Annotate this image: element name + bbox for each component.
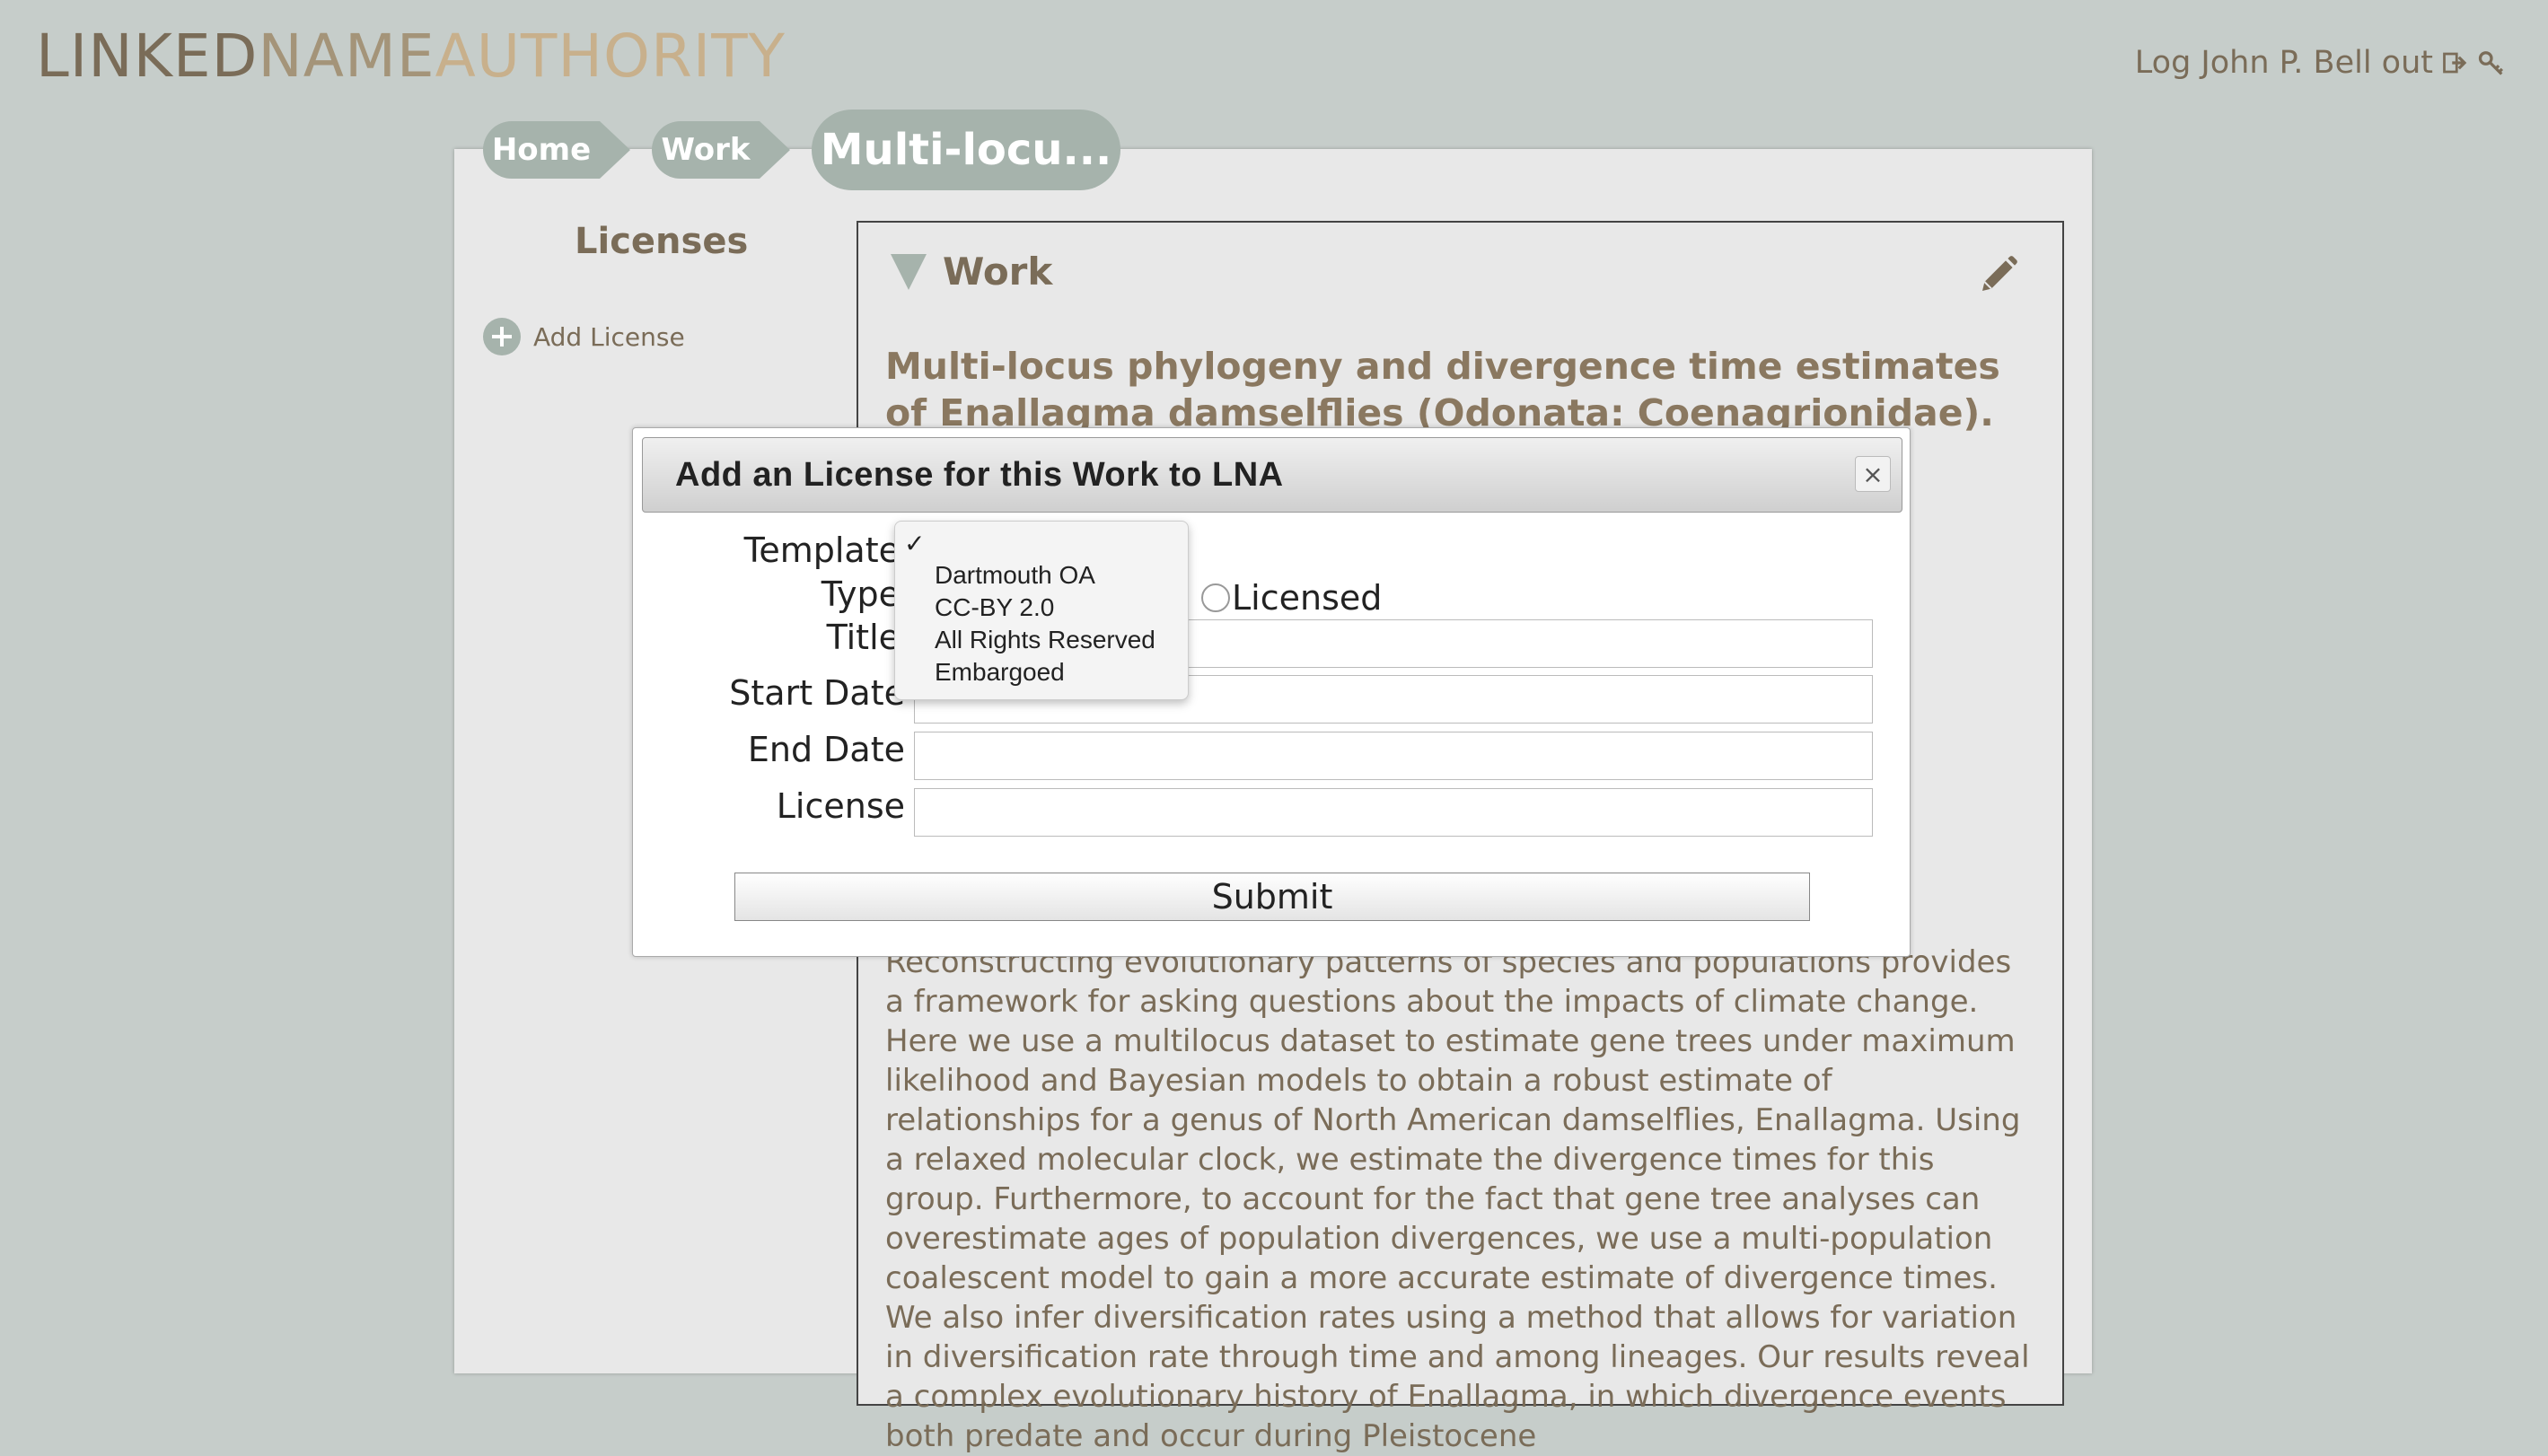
- pencil-icon[interactable]: [1977, 253, 2020, 296]
- close-icon[interactable]: ×: [1855, 456, 1891, 492]
- dropdown-option[interactable]: CC-BY 2.0: [935, 593, 1054, 622]
- license-input[interactable]: [914, 788, 1873, 837]
- site-logo[interactable]: LINKEDNAMEAUTHORITY: [36, 27, 786, 86]
- title-label: Title: [826, 618, 900, 657]
- add-license-label: Add License: [533, 321, 685, 352]
- logo-name: NAME: [258, 22, 435, 91]
- work-heading: Work: [943, 250, 1053, 294]
- type-label: Type: [821, 575, 900, 614]
- breadcrumb-current: Multi-locu...: [812, 110, 1120, 190]
- sign-out-icon: [2443, 52, 2467, 74]
- template-dropdown-menu[interactable]: ✓ Dartmouth OA CC-BY 2.0 All Rights Rese…: [894, 521, 1189, 700]
- license-label: License: [776, 786, 905, 826]
- logo-authority: AUTHORITY: [435, 22, 786, 91]
- type-licensed-radio[interactable]: Licensed: [1201, 578, 1382, 618]
- work-abstract: Reconstructing evolutionary patterns of …: [885, 944, 2030, 1454]
- sidebar-title: Licenses: [575, 221, 749, 262]
- checkmark-icon: ✓: [904, 530, 926, 557]
- start-date-label: Start Date: [729, 673, 905, 713]
- plus-circle-icon: [483, 318, 521, 355]
- dialog-titlebar[interactable]: Add an License for this Work to LNA ×: [642, 437, 1902, 513]
- logout-label: Log John P. Bell out: [2134, 45, 2433, 81]
- logo-linked: LINKED: [36, 22, 259, 91]
- licensed-option-label: Licensed: [1232, 578, 1383, 618]
- logout-link[interactable]: Log John P. Bell out: [2135, 45, 2505, 81]
- breadcrumb-work[interactable]: Work: [652, 121, 790, 179]
- end-date-label: End Date: [747, 730, 905, 769]
- work-title: Multi-locus phylogeny and divergence tim…: [885, 345, 2000, 434]
- radio-button[interactable]: [1201, 583, 1230, 612]
- dialog-title: Add an License for this Work to LNA: [675, 456, 1284, 494]
- dropdown-option[interactable]: Dartmouth OA: [935, 561, 1095, 590]
- dropdown-option[interactable]: Embargoed: [935, 658, 1065, 687]
- key-icon: [2478, 51, 2504, 75]
- submit-button[interactable]: Submit: [734, 873, 1810, 921]
- dropdown-option[interactable]: All Rights Reserved: [935, 626, 1155, 654]
- work-section-toggle[interactable]: Work: [891, 250, 1052, 294]
- end-date-input[interactable]: [914, 732, 1873, 780]
- triangle-down-icon: [891, 253, 927, 290]
- add-license-button[interactable]: Add License: [483, 318, 685, 355]
- breadcrumb-home[interactable]: Home: [483, 121, 630, 179]
- template-label: Template: [743, 531, 900, 570]
